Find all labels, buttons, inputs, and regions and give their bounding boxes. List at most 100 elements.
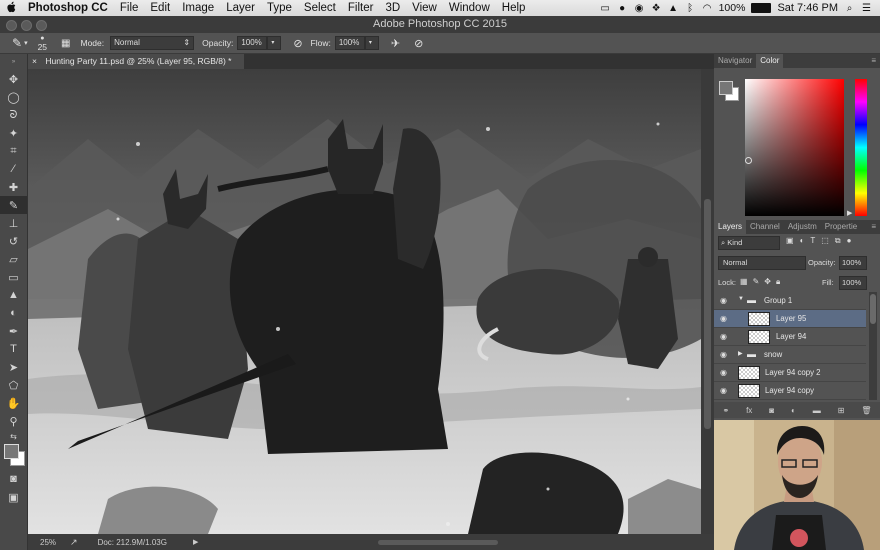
new-adjustment-icon[interactable]: ◐ bbox=[791, 406, 796, 415]
pen-icon[interactable]: ✒ bbox=[0, 322, 27, 340]
new-layer-icon[interactable]: ⊞ bbox=[838, 406, 845, 415]
filter-smart-object-icon[interactable]: ⧉ bbox=[835, 236, 841, 246]
dodge-icon[interactable]: ◐ bbox=[0, 304, 27, 322]
panel-collapse-icon[interactable]: » bbox=[0, 54, 27, 70]
preset-dropdown-icon[interactable]: ▾ bbox=[24, 39, 28, 47]
spotlight-search-icon[interactable]: ⌕ bbox=[844, 3, 855, 14]
panel-menu-icon[interactable]: ≡ bbox=[867, 220, 880, 234]
healing-icon[interactable]: ✚ bbox=[0, 178, 27, 196]
history-brush-icon[interactable]: ↺ bbox=[0, 232, 27, 250]
path-select-icon[interactable]: ➤ bbox=[0, 358, 27, 376]
filter-type-icon[interactable]: T bbox=[810, 236, 815, 246]
minimize-window-button[interactable] bbox=[21, 20, 32, 31]
canvas-vertical-scrollbar[interactable] bbox=[701, 69, 714, 534]
close-tab-icon[interactable]: × bbox=[32, 56, 37, 66]
visibility-eye-icon[interactable]: ◉ bbox=[720, 332, 727, 341]
dropbox-icon[interactable]: ❖ bbox=[651, 3, 662, 14]
menu-filter[interactable]: Filter bbox=[342, 2, 380, 14]
filter-adjustment-icon[interactable]: ◐ bbox=[800, 236, 805, 246]
apple-menu-icon[interactable] bbox=[0, 1, 22, 16]
scroll-thumb[interactable] bbox=[870, 294, 876, 324]
layer-filter-kind-select[interactable]: ⌕ Kind bbox=[718, 236, 780, 250]
visibility-eye-icon[interactable]: ◉ bbox=[720, 368, 727, 377]
notification-center-icon[interactable]: ☰ bbox=[861, 3, 872, 14]
airbrush-icon[interactable]: ✈ bbox=[391, 37, 400, 50]
panel-menu-icon[interactable]: ≡ bbox=[867, 54, 880, 68]
location-pin-icon[interactable]: ● bbox=[617, 3, 628, 14]
flow-input[interactable]: 100% bbox=[334, 36, 365, 50]
zoom-icon[interactable]: ⚲ bbox=[0, 412, 27, 430]
lasso-icon[interactable]: ᘐ bbox=[0, 106, 27, 124]
app-menu[interactable]: Photoshop CC bbox=[22, 2, 114, 14]
foreground-color-swatch[interactable] bbox=[4, 444, 19, 459]
brush-panel-toggle-icon[interactable]: ▦ bbox=[61, 38, 70, 49]
quick-mask-icon[interactable]: ◙ bbox=[0, 470, 27, 488]
layer-row-layer-95[interactable]: ◉ Layer 95 bbox=[714, 310, 866, 328]
layer-blend-mode-select[interactable]: Normal bbox=[718, 256, 806, 270]
hand-icon[interactable]: ✋ bbox=[0, 394, 27, 412]
new-group-icon[interactable]: ▬ bbox=[813, 406, 821, 415]
expand-arrow-icon[interactable]: ▶ bbox=[738, 350, 743, 357]
marquee-icon[interactable]: ◯ bbox=[0, 88, 27, 106]
lock-transparent-icon[interactable]: ▦ bbox=[740, 277, 748, 287]
drive-icon[interactable]: ▲ bbox=[668, 3, 679, 14]
status-menu-arrow-icon[interactable]: ▶ bbox=[193, 538, 198, 546]
swap-colors-icon[interactable]: ⇆ bbox=[0, 430, 27, 442]
layer-opacity-input[interactable]: 100% bbox=[839, 256, 867, 270]
menu-3d[interactable]: 3D bbox=[379, 2, 406, 14]
document-tab[interactable]: × Hunting Party 11.psd @ 25% (Layer 95, … bbox=[28, 54, 244, 69]
gradient-icon[interactable]: ▭ bbox=[0, 268, 27, 286]
layer-row-snow[interactable]: ◉ ▶ ▬ snow bbox=[714, 346, 866, 364]
filter-pixel-icon[interactable]: ▣ bbox=[786, 236, 794, 246]
foreground-color-swatch[interactable] bbox=[719, 81, 733, 95]
lock-pixels-icon[interactable]: ✎ bbox=[753, 277, 760, 287]
shape-icon[interactable]: ⬠ bbox=[0, 376, 27, 394]
layer-row-layer-94-copy[interactable]: ◉ Layer 94 copy bbox=[714, 382, 866, 400]
tab-properties[interactable]: Propertie bbox=[821, 220, 861, 234]
close-window-button[interactable] bbox=[6, 20, 17, 31]
zoom-level[interactable]: 25% bbox=[40, 538, 56, 547]
visibility-eye-icon[interactable]: ◉ bbox=[720, 296, 727, 305]
delete-layer-icon[interactable]: 🗑︎ bbox=[861, 406, 871, 415]
hue-slider-marker-icon[interactable]: ▶ bbox=[847, 209, 852, 217]
tab-layers[interactable]: Layers bbox=[714, 220, 747, 234]
bluetooth-icon[interactable]: ᛒ bbox=[685, 3, 696, 14]
wifi-icon[interactable]: ◠ bbox=[702, 3, 713, 14]
screen-icon[interactable]: ▭ bbox=[600, 3, 611, 14]
layer-row-group-1[interactable]: ◉ ▼ ▬ Group 1 bbox=[714, 292, 866, 310]
lock-all-icon[interactable]: 🔒︎ bbox=[776, 277, 780, 287]
brush-icon[interactable]: ✎ bbox=[0, 196, 27, 214]
document-canvas[interactable] bbox=[28, 69, 701, 534]
tab-channels[interactable]: Channel bbox=[746, 220, 784, 234]
visibility-eye-icon[interactable]: ◉ bbox=[720, 350, 727, 359]
add-mask-icon[interactable]: ◙ bbox=[769, 406, 774, 415]
tab-color[interactable]: Color bbox=[756, 54, 784, 68]
flow-dropdown-icon[interactable]: ▾ bbox=[364, 36, 379, 50]
mode-select[interactable]: Normal ⇕ bbox=[110, 36, 195, 50]
filter-toggle-icon[interactable]: ● bbox=[847, 236, 852, 246]
layer-style-icon[interactable]: fx bbox=[746, 406, 752, 415]
share-icon[interactable]: ↗ bbox=[70, 537, 78, 548]
menu-type[interactable]: Type bbox=[261, 2, 298, 14]
brush-tool-preset-icon[interactable]: ✎ bbox=[12, 36, 22, 50]
menu-file[interactable]: File bbox=[114, 2, 145, 14]
menu-image[interactable]: Image bbox=[176, 2, 220, 14]
crop-icon[interactable]: ⌗ bbox=[0, 142, 27, 160]
tab-navigator[interactable]: Navigator bbox=[714, 54, 756, 68]
clock[interactable]: Sat 7:46 PM bbox=[777, 2, 838, 14]
skype-icon[interactable]: ◉ bbox=[634, 3, 645, 14]
blur-icon[interactable]: ▲ bbox=[0, 286, 27, 304]
expand-arrow-icon[interactable]: ▼ bbox=[738, 296, 744, 302]
move-icon[interactable]: ✥ bbox=[0, 70, 27, 88]
scroll-thumb[interactable] bbox=[704, 199, 711, 429]
hue-slider[interactable] bbox=[855, 79, 867, 216]
stamp-icon[interactable]: ⊥ bbox=[0, 214, 27, 232]
layer-row-layer-94[interactable]: ◉ Layer 94 bbox=[714, 328, 866, 346]
layer-list-scrollbar[interactable] bbox=[869, 292, 877, 400]
screen-mode-icon[interactable]: ▣ bbox=[0, 488, 27, 506]
visibility-eye-icon[interactable]: ◉ bbox=[720, 386, 727, 395]
menu-view[interactable]: View bbox=[406, 2, 443, 14]
fill-input[interactable]: 100% bbox=[839, 276, 867, 290]
canvas-horizontal-scrollbar[interactable] bbox=[378, 539, 499, 545]
menu-layer[interactable]: Layer bbox=[220, 2, 261, 14]
